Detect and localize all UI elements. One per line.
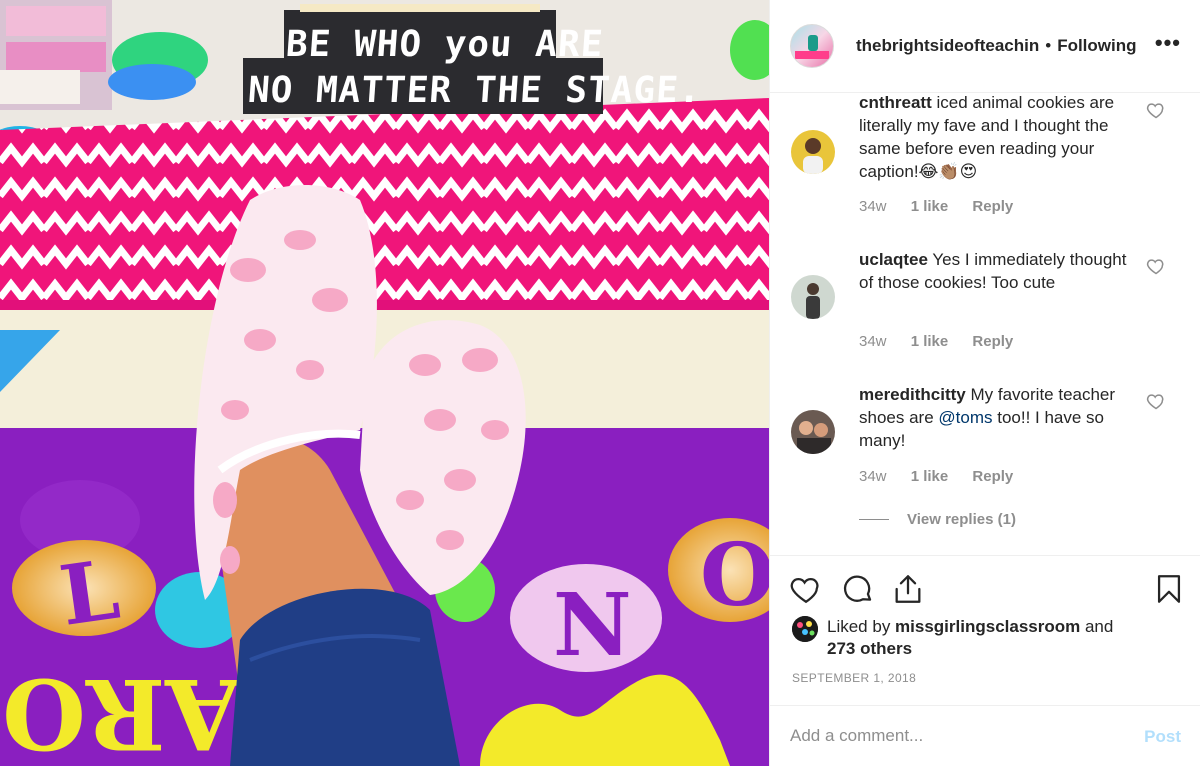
comment-like-icon[interactable]: [1146, 100, 1166, 120]
post-date[interactable]: SEPTEMBER 1, 2018: [792, 671, 916, 685]
comment-like-icon[interactable]: [1146, 391, 1166, 411]
comment-icon[interactable]: [841, 572, 875, 606]
liked-by-user-link[interactable]: missgirlingsclassroom: [895, 617, 1080, 636]
post-side-panel: thebrightsideofteachin • Following ••• c…: [769, 0, 1200, 766]
comment-reply-button[interactable]: Reply: [972, 333, 1013, 350]
comment-avatar[interactable]: [791, 130, 835, 174]
comment-meta: 34w 1 like Reply: [859, 333, 1033, 350]
liked-by-middle: and: [1080, 617, 1114, 636]
comment-time[interactable]: 34w: [859, 468, 887, 485]
likes-count-link[interactable]: 273 others: [827, 639, 912, 658]
liked-by-prefix: Liked by: [827, 617, 896, 636]
bookmark-icon[interactable]: [1152, 572, 1186, 606]
comment-meta: 34w 1 like Reply: [859, 198, 1033, 215]
add-comment-bar: Post: [770, 705, 1200, 766]
view-replies-label: View replies (1): [907, 511, 1016, 528]
liked-by-text: Liked by missgirlingsclassroom and 273 o…: [827, 616, 1113, 660]
comment-like-icon[interactable]: [1146, 256, 1166, 276]
sign-line-2: NO MATTER THE STAGE.: [246, 70, 703, 111]
photo-scene: L N O ARO: [0, 0, 769, 766]
comment-text: cnthreatt iced animal cookies are litera…: [859, 93, 1144, 183]
header-separator: •: [1045, 36, 1052, 55]
sign-line-1: BE WHO you ARE: [284, 24, 605, 65]
comment-avatar[interactable]: [791, 410, 835, 454]
comment-reply-button[interactable]: Reply: [972, 468, 1013, 485]
author-avatar[interactable]: [790, 24, 834, 68]
comments-list[interactable]: cnthreatt iced animal cookies are litera…: [770, 93, 1200, 555]
view-replies-button[interactable]: View replies (1): [859, 511, 1016, 528]
add-comment-input[interactable]: [790, 718, 1110, 754]
liked-by-section: Liked by missgirlingsclassroom and 273 o…: [792, 616, 1113, 660]
svg-text:ARO: ARO: [2, 657, 241, 766]
comment-username[interactable]: meredithcitty: [859, 385, 966, 404]
post-comment-button[interactable]: Post: [1144, 727, 1181, 747]
comment-mention-link[interactable]: @toms: [938, 408, 992, 427]
heart-icon[interactable]: [789, 572, 823, 606]
comment-reply-button[interactable]: Reply: [972, 198, 1013, 215]
comment-meta: 34w 1 like Reply: [859, 468, 1033, 485]
comment-time[interactable]: 34w: [859, 333, 887, 350]
svg-text:O: O: [700, 525, 769, 626]
action-bar: [770, 555, 1200, 623]
comment-username[interactable]: uclaqtee: [859, 250, 928, 269]
view-replies-divider: [859, 519, 889, 520]
comment-likes[interactable]: 1 like: [911, 468, 949, 485]
comment-text: uclaqtee Yes I immediately thought of th…: [859, 248, 1144, 294]
comment-avatar[interactable]: [791, 275, 835, 319]
comment-text: meredithcitty My favorite teacher shoes …: [859, 383, 1144, 452]
author-username[interactable]: thebrightsideofteachin: [856, 36, 1039, 56]
comment-likes[interactable]: 1 like: [911, 198, 949, 215]
post-photo[interactable]: L N O ARO BE WHO you ARE NO MATTER THE S…: [0, 0, 769, 766]
comment-username[interactable]: cnthreatt: [859, 93, 932, 112]
share-icon[interactable]: [891, 572, 925, 606]
following-button[interactable]: Following: [1057, 36, 1136, 56]
svg-text:N: N: [553, 575, 632, 676]
comment-time[interactable]: 34w: [859, 198, 887, 215]
liker-avatar[interactable]: [792, 616, 818, 642]
more-options-icon[interactable]: •••: [1155, 30, 1181, 56]
post-header: thebrightsideofteachin • Following •••: [770, 0, 1200, 93]
comment-likes[interactable]: 1 like: [911, 333, 949, 350]
